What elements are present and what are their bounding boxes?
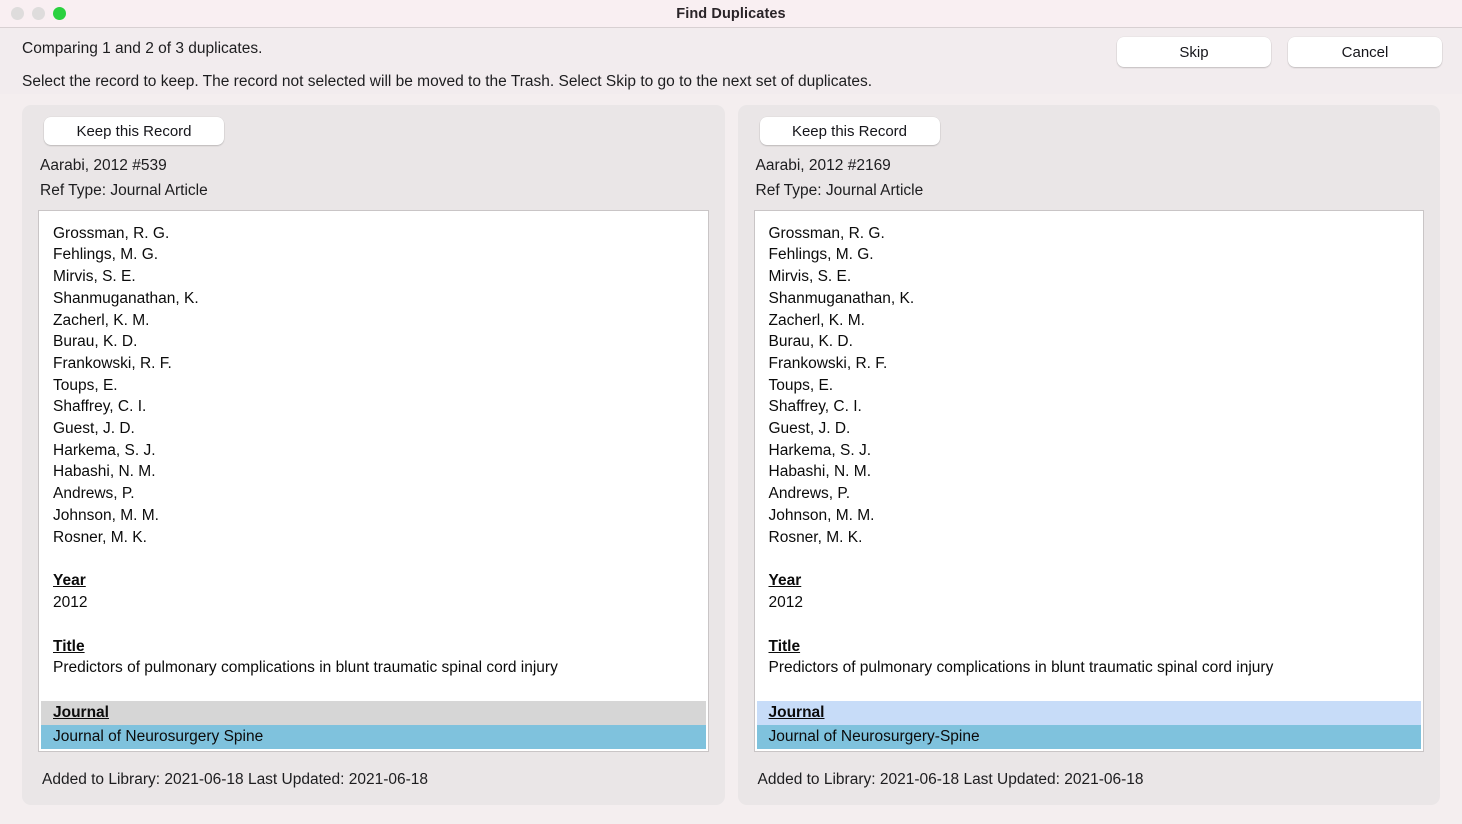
author-line: Shanmuganathan, K. bbox=[53, 289, 199, 307]
author-line: Mirvis, S. E. bbox=[768, 268, 852, 286]
record-scroll-content-left: Grossman, R. G. Grossman, R. G. Fehlings… bbox=[39, 211, 708, 679]
author-line: Burau, K. D. bbox=[768, 333, 853, 351]
author-line: Andrews, P. bbox=[53, 485, 135, 503]
author-line: Shanmuganathan, K. bbox=[768, 289, 915, 307]
keep-this-record-button-left[interactable]: Keep this Record bbox=[44, 117, 224, 145]
year-field-label: Year bbox=[53, 572, 86, 590]
title-field-label: Title bbox=[768, 637, 801, 655]
author-line: Habashi, N. M. bbox=[768, 463, 872, 481]
instruction-text: Select the record to keep. The record no… bbox=[22, 73, 873, 90]
record-detail-box-left[interactable]: Grossman, R. G. Grossman, R. G. Fehlings… bbox=[38, 210, 709, 752]
skip-button[interactable]: Skip bbox=[1117, 37, 1271, 67]
keep-this-record-button-right[interactable]: Keep this Record bbox=[759, 117, 940, 145]
author-line: Mirvis, S. E. bbox=[53, 268, 136, 286]
author-line: Johnson, M. M. bbox=[768, 506, 875, 524]
author-line: Shaffrey, C. I. bbox=[768, 398, 862, 416]
author-line: Burau, K. D. bbox=[53, 333, 138, 351]
field-spacer bbox=[53, 614, 694, 636]
title-field-label: Title bbox=[53, 637, 85, 655]
author-line: Andrews, P. bbox=[768, 485, 851, 503]
journal-field-value: Journal of Neurosurgery-Spine bbox=[756, 725, 1421, 749]
ref-type-right: Ref Type: Journal Article bbox=[755, 182, 924, 199]
field-spacer bbox=[769, 614, 1410, 636]
zoom-button[interactable] bbox=[53, 7, 66, 20]
record-scroll-content-right: Grossman, R. G. Grossman, R. G. Fehlings… bbox=[755, 211, 1424, 679]
close-button[interactable] bbox=[11, 7, 24, 20]
year-field-value: 2012 bbox=[768, 593, 803, 611]
record-id-left: Aarabi, 2012 #539 bbox=[40, 157, 167, 174]
author-line: Frankowski, R. F. bbox=[768, 354, 888, 372]
title-field-value: Predictors of pulmonary complications in… bbox=[768, 659, 1274, 677]
record-dates-left: Added to Library: 2021-06-18 Last Update… bbox=[42, 771, 429, 788]
journal-field-value: Journal of Neurosurgery Spine bbox=[41, 725, 706, 749]
year-field-value: 2012 bbox=[53, 593, 88, 611]
left-record-panel: Keep this Record Aarabi, 2012 #539 Ref T… bbox=[22, 105, 725, 805]
author-line: Grossman, R. G. bbox=[53, 224, 170, 242]
author-line: Guest, J. D. bbox=[53, 420, 135, 438]
author-line: Habashi, N. M. bbox=[53, 463, 156, 481]
minimize-button[interactable] bbox=[32, 7, 45, 20]
author-line: Fehlings, M. G. bbox=[768, 246, 874, 264]
author-line: Zacherl, K. M. bbox=[53, 311, 150, 329]
author-line: Rosner, M. K. bbox=[53, 528, 147, 546]
journal-field-block-left[interactable]: Journal Journal of Neurosurgery Spine bbox=[41, 701, 706, 749]
ref-type-left: Ref Type: Journal Article bbox=[40, 182, 208, 199]
journal-field-label: Journal bbox=[41, 701, 706, 725]
author-line: Rosner, M. K. bbox=[768, 528, 863, 546]
author-line: Guest, J. D. bbox=[768, 420, 851, 438]
traffic-light-group bbox=[0, 7, 66, 20]
author-line: Johnson, M. M. bbox=[53, 506, 159, 524]
author-line: Harkema, S. J. bbox=[53, 441, 156, 459]
author-line: Shaffrey, C. I. bbox=[53, 398, 147, 416]
journal-field-block-right[interactable]: Journal Journal of Neurosurgery-Spine bbox=[756, 701, 1421, 749]
author-line: Toups, E. bbox=[53, 376, 118, 394]
author-line: Frankowski, R. F. bbox=[53, 354, 172, 372]
field-spacer bbox=[769, 548, 1410, 570]
header-button-group: Skip Cancel bbox=[1117, 37, 1442, 67]
record-detail-box-right[interactable]: Grossman, R. G. Grossman, R. G. Fehlings… bbox=[753, 210, 1424, 752]
title-field-value: Predictors of pulmonary complications in… bbox=[53, 659, 558, 677]
record-id-right: Aarabi, 2012 #2169 bbox=[755, 157, 891, 174]
dialog-header: Comparing 1 and 2 of 3 duplicates. Selec… bbox=[0, 28, 1462, 94]
field-spacer bbox=[53, 548, 694, 570]
right-record-panel: Keep this Record Aarabi, 2012 #2169 Ref … bbox=[737, 105, 1440, 805]
author-line: Zacherl, K. M. bbox=[768, 311, 865, 329]
duplicate-comparison-area: Keep this Record Aarabi, 2012 #539 Ref T… bbox=[0, 105, 1462, 805]
author-line: Toups, E. bbox=[768, 376, 834, 394]
comparing-status-text: Comparing 1 and 2 of 3 duplicates. bbox=[22, 40, 263, 57]
author-line: Fehlings, M. G. bbox=[53, 246, 159, 264]
year-field-label: Year bbox=[768, 572, 802, 590]
author-line: Harkema, S. J. bbox=[768, 441, 872, 459]
author-line: Grossman, R. G. bbox=[768, 224, 885, 242]
journal-field-label: Journal bbox=[756, 701, 1421, 725]
window-titlebar: Find Duplicates bbox=[0, 0, 1462, 28]
cancel-button[interactable]: Cancel bbox=[1288, 37, 1442, 67]
record-dates-right: Added to Library: 2021-06-18 Last Update… bbox=[757, 771, 1144, 788]
window-title: Find Duplicates bbox=[676, 5, 786, 22]
